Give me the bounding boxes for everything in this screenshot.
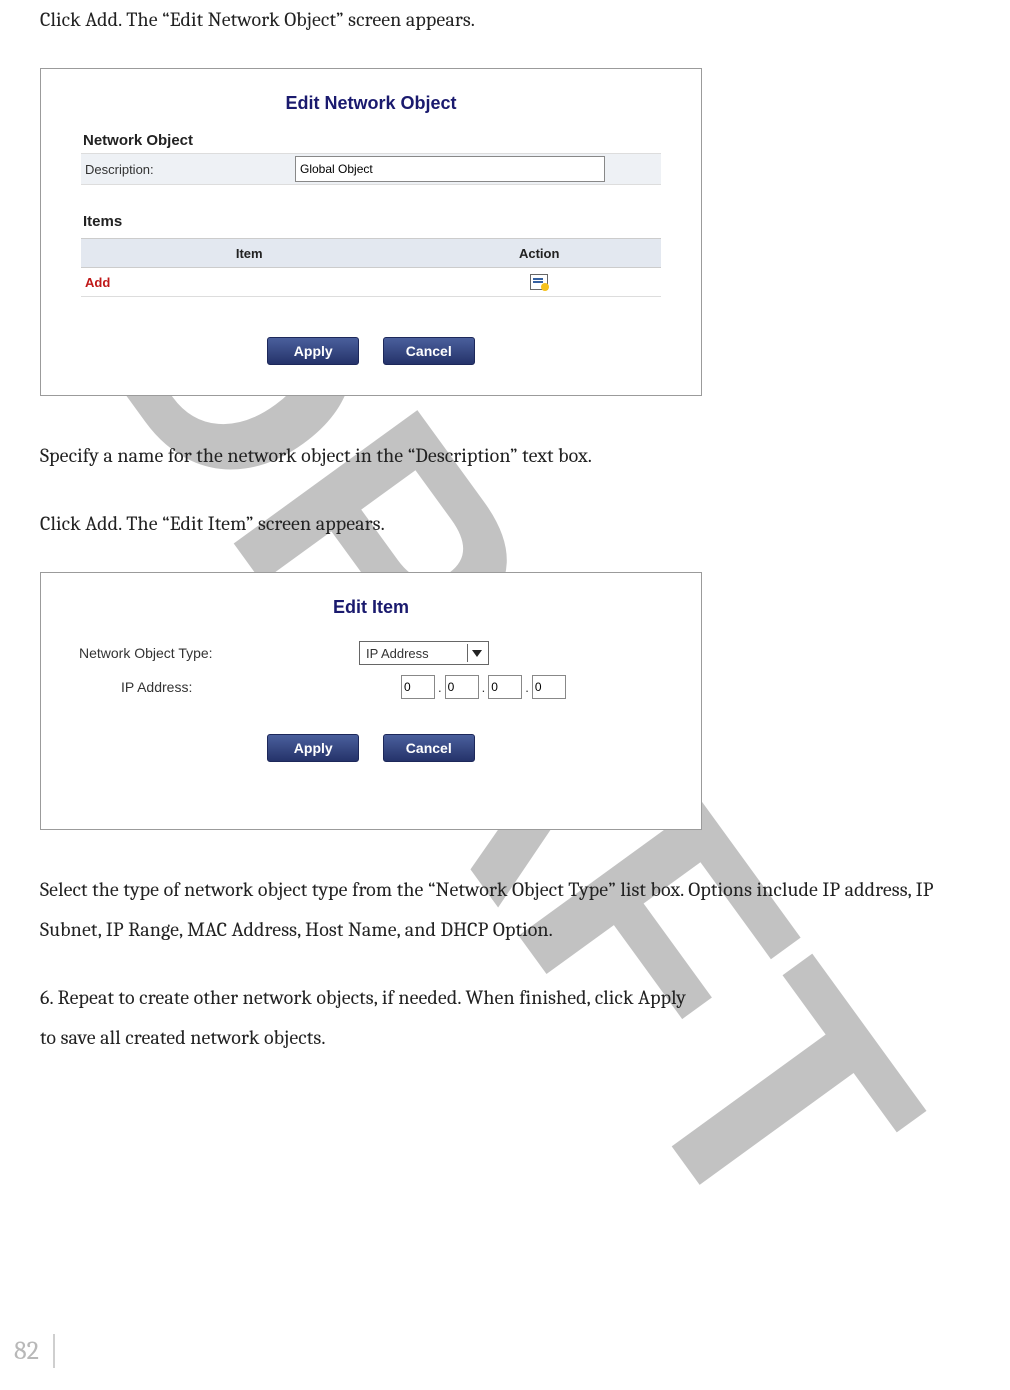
ip-address-row: IP Address: . . . xyxy=(73,670,669,704)
ip-address-label: IP Address: xyxy=(73,679,401,695)
edit-network-object-panel: Edit Network Object Network Object Descr… xyxy=(40,68,702,396)
button-bar: Apply Cancel xyxy=(41,297,701,365)
panel-title: Edit Network Object xyxy=(41,69,701,132)
instruction-text: Select the type of network object type f… xyxy=(40,870,970,950)
ip-segment-1[interactable] xyxy=(401,675,435,699)
apply-button[interactable]: Apply xyxy=(267,337,359,365)
add-item-link[interactable]: Add xyxy=(81,268,417,297)
network-object-type-select[interactable]: IP Address xyxy=(359,641,489,665)
add-item-icon[interactable] xyxy=(530,274,548,290)
instruction-text: Click Add. The “Edit Network Object” scr… xyxy=(40,0,970,40)
cancel-button[interactable]: Cancel xyxy=(383,337,475,365)
column-header-action: Action xyxy=(417,239,661,268)
page-content: Click Add. The “Edit Network Object” scr… xyxy=(40,0,970,1058)
column-header-item: Item xyxy=(81,239,417,268)
chevron-down-icon xyxy=(467,644,486,662)
network-object-type-row: Network Object Type: IP Address xyxy=(73,636,669,670)
network-object-type-selected: IP Address xyxy=(366,646,429,661)
apply-button[interactable]: Apply xyxy=(267,734,359,762)
footer-divider xyxy=(53,1334,55,1368)
edit-item-panel: Edit Item Network Object Type: IP Addres… xyxy=(40,572,702,830)
description-label: Description: xyxy=(81,162,295,177)
instruction-text: to save all created network objects. xyxy=(40,1018,970,1058)
description-row: Description: xyxy=(81,153,661,185)
section-label-network-object: Network Object xyxy=(41,132,701,153)
ip-segment-3[interactable] xyxy=(488,675,522,699)
items-table: Item Action Add xyxy=(81,238,661,297)
instruction-text: 6. Repeat to create other network object… xyxy=(40,978,970,1018)
panel-title: Edit Item xyxy=(41,573,701,636)
items-table-header-row: Item Action xyxy=(81,239,661,268)
items-table-add-row: Add xyxy=(81,268,661,297)
description-input[interactable] xyxy=(295,156,605,182)
document-page: DRAFT Click Add. The “Edit Network Objec… xyxy=(0,0,1010,1390)
instruction-text: Click Add. The “Edit Item” screen appear… xyxy=(40,504,970,544)
ip-segment-4[interactable] xyxy=(532,675,566,699)
network-object-type-label: Network Object Type: xyxy=(73,645,359,661)
section-label-items: Items xyxy=(41,213,701,234)
button-bar: Apply Cancel xyxy=(41,704,701,762)
page-footer: 82 xyxy=(0,1334,55,1368)
add-item-action-cell xyxy=(417,268,661,297)
ip-segment-2[interactable] xyxy=(445,675,479,699)
cancel-button[interactable]: Cancel xyxy=(383,734,475,762)
instruction-text: Specify a name for the network object in… xyxy=(40,436,970,476)
page-number: 82 xyxy=(0,1336,53,1366)
